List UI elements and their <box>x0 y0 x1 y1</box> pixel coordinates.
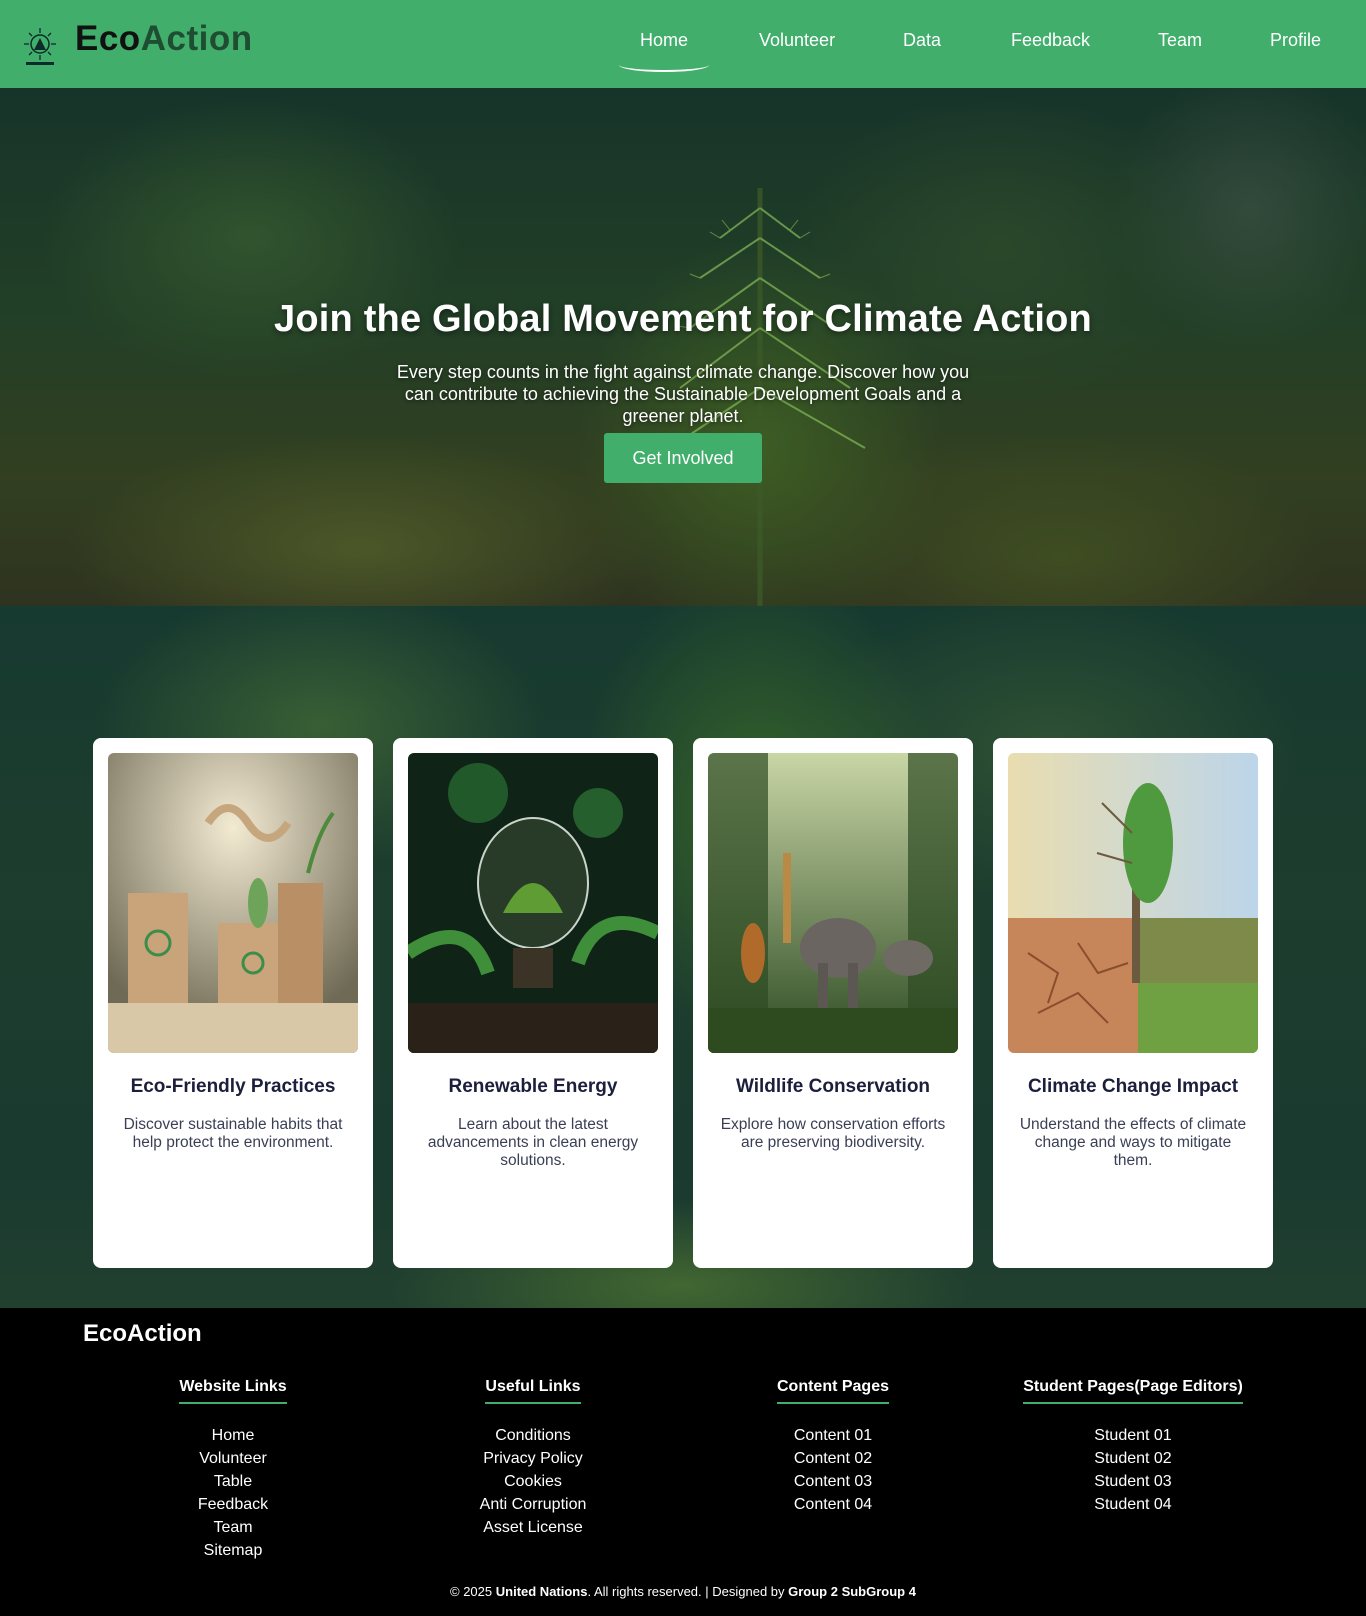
feature-cards-section: Eco-Friendly Practices Discover sustaina… <box>0 606 1366 1308</box>
climate-action-logo-icon[interactable] <box>20 26 60 68</box>
active-nav-indicator <box>619 58 709 72</box>
brand-action: Action <box>140 19 253 58</box>
footer-link-student-01[interactable]: Student 01 <box>1094 1427 1171 1444</box>
footer-link-student-04[interactable]: Student 04 <box>1094 1496 1171 1513</box>
footer-link-team[interactable]: Team <box>213 1519 252 1536</box>
copyright-prefix: © 2025 <box>450 1584 496 1599</box>
footer-link-asset-license[interactable]: Asset License <box>483 1519 583 1536</box>
card-description: Discover sustainable habits that help pr… <box>123 1116 343 1151</box>
get-involved-button[interactable]: Get Involved <box>604 433 762 483</box>
card-title: Eco-Friendly Practices <box>130 1076 336 1097</box>
hero-title: Join the Global Movement for Climate Act… <box>274 298 1092 340</box>
recycling-products-image <box>108 753 358 1053</box>
card-description: Explore how conservation efforts are pre… <box>720 1116 946 1151</box>
card-title: Wildlife Conservation <box>735 1076 931 1097</box>
footer-link-cookies[interactable]: Cookies <box>504 1473 562 1490</box>
copyright-org: United Nations <box>495 1584 588 1599</box>
nav-feedback[interactable]: Feedback <box>1011 30 1090 51</box>
nav-team[interactable]: Team <box>1158 30 1202 51</box>
footer-link-anti-corruption[interactable]: Anti Corruption <box>480 1496 587 1513</box>
card-title: Climate Change Impact <box>1027 1076 1239 1097</box>
brand-eco: Eco <box>75 19 141 58</box>
card-description: Understand the effects of climate change… <box>1019 1116 1247 1169</box>
footer-heading: Useful Links <box>485 1378 581 1404</box>
footer-link-content-02[interactable]: Content 02 <box>794 1450 872 1467</box>
footer-link-home[interactable]: Home <box>212 1427 255 1444</box>
footer-heading: Student Pages(Page Editors) <box>1023 1378 1243 1404</box>
footer-link-content-03[interactable]: Content 03 <box>794 1473 872 1490</box>
footer-link-privacy-policy[interactable]: Privacy Policy <box>483 1450 583 1467</box>
card-description: Learn about the latest advancements in c… <box>427 1116 639 1169</box>
footer-link-content-01[interactable]: Content 01 <box>794 1427 872 1444</box>
footer-heading: Content Pages <box>776 1378 889 1404</box>
card-wildlife-conservation[interactable]: Wildlife Conservation Explore how conser… <box>693 738 973 1268</box>
copyright-mid: . All rights reserved. | Designed by <box>587 1584 789 1599</box>
footer-link-content-04[interactable]: Content 04 <box>794 1496 872 1513</box>
footer-link-table[interactable]: Table <box>214 1473 252 1490</box>
card-renewable-energy[interactable]: Renewable Energy Learn about the latest … <box>393 738 673 1268</box>
hero-section: Join the Global Movement for Climate Act… <box>0 88 1366 606</box>
footer-column-useful-links: Useful Links Conditions Privacy Policy C… <box>383 1378 683 1539</box>
footer-brand: EcoAction <box>83 1320 202 1347</box>
site-footer: EcoAction Website Links Home Volunteer T… <box>0 1308 1366 1616</box>
jungle-animals-image <box>708 753 958 1053</box>
hero-subtitle: Every step counts in the fight against c… <box>396 362 970 426</box>
footer-link-volunteer[interactable]: Volunteer <box>199 1450 267 1467</box>
copyright-text: © 2025 United Nations. All rights reserv… <box>0 1584 1366 1599</box>
nav-volunteer[interactable]: Volunteer <box>759 30 835 51</box>
footer-link-sitemap[interactable]: Sitemap <box>204 1542 263 1559</box>
footer-link-feedback[interactable]: Feedback <box>198 1496 268 1513</box>
copyright-designer: Group 2 SubGroup 4 <box>788 1584 916 1599</box>
footer-link-student-03[interactable]: Student 03 <box>1094 1473 1171 1490</box>
footer-link-conditions[interactable]: Conditions <box>495 1427 571 1444</box>
brand-logo-text[interactable]: EcoAction <box>75 19 253 59</box>
nav-data[interactable]: Data <box>903 30 941 51</box>
lightbulb-plant-image <box>408 753 658 1053</box>
footer-column-website-links: Website Links Home Volunteer Table Feedb… <box>83 1378 383 1562</box>
site-header: EcoAction Home Volunteer Data Feedback T… <box>0 0 1366 88</box>
nav-home[interactable]: Home <box>640 30 688 51</box>
hero-content: Join the Global Movement for Climate Act… <box>0 298 1366 483</box>
card-eco-friendly-practices[interactable]: Eco-Friendly Practices Discover sustaina… <box>93 738 373 1268</box>
dry-vs-green-land-image <box>1008 753 1258 1053</box>
footer-column-student-pages: Student Pages(Page Editors) Student 01 S… <box>983 1378 1283 1516</box>
card-title: Renewable Energy <box>448 1076 618 1097</box>
footer-column-content-pages: Content Pages Content 01 Content 02 Cont… <box>683 1378 983 1516</box>
footer-link-student-02[interactable]: Student 02 <box>1094 1450 1171 1467</box>
nav-profile[interactable]: Profile <box>1270 30 1321 51</box>
card-climate-change-impact[interactable]: Climate Change Impact Understand the eff… <box>993 738 1273 1268</box>
footer-heading: Website Links <box>179 1378 287 1404</box>
